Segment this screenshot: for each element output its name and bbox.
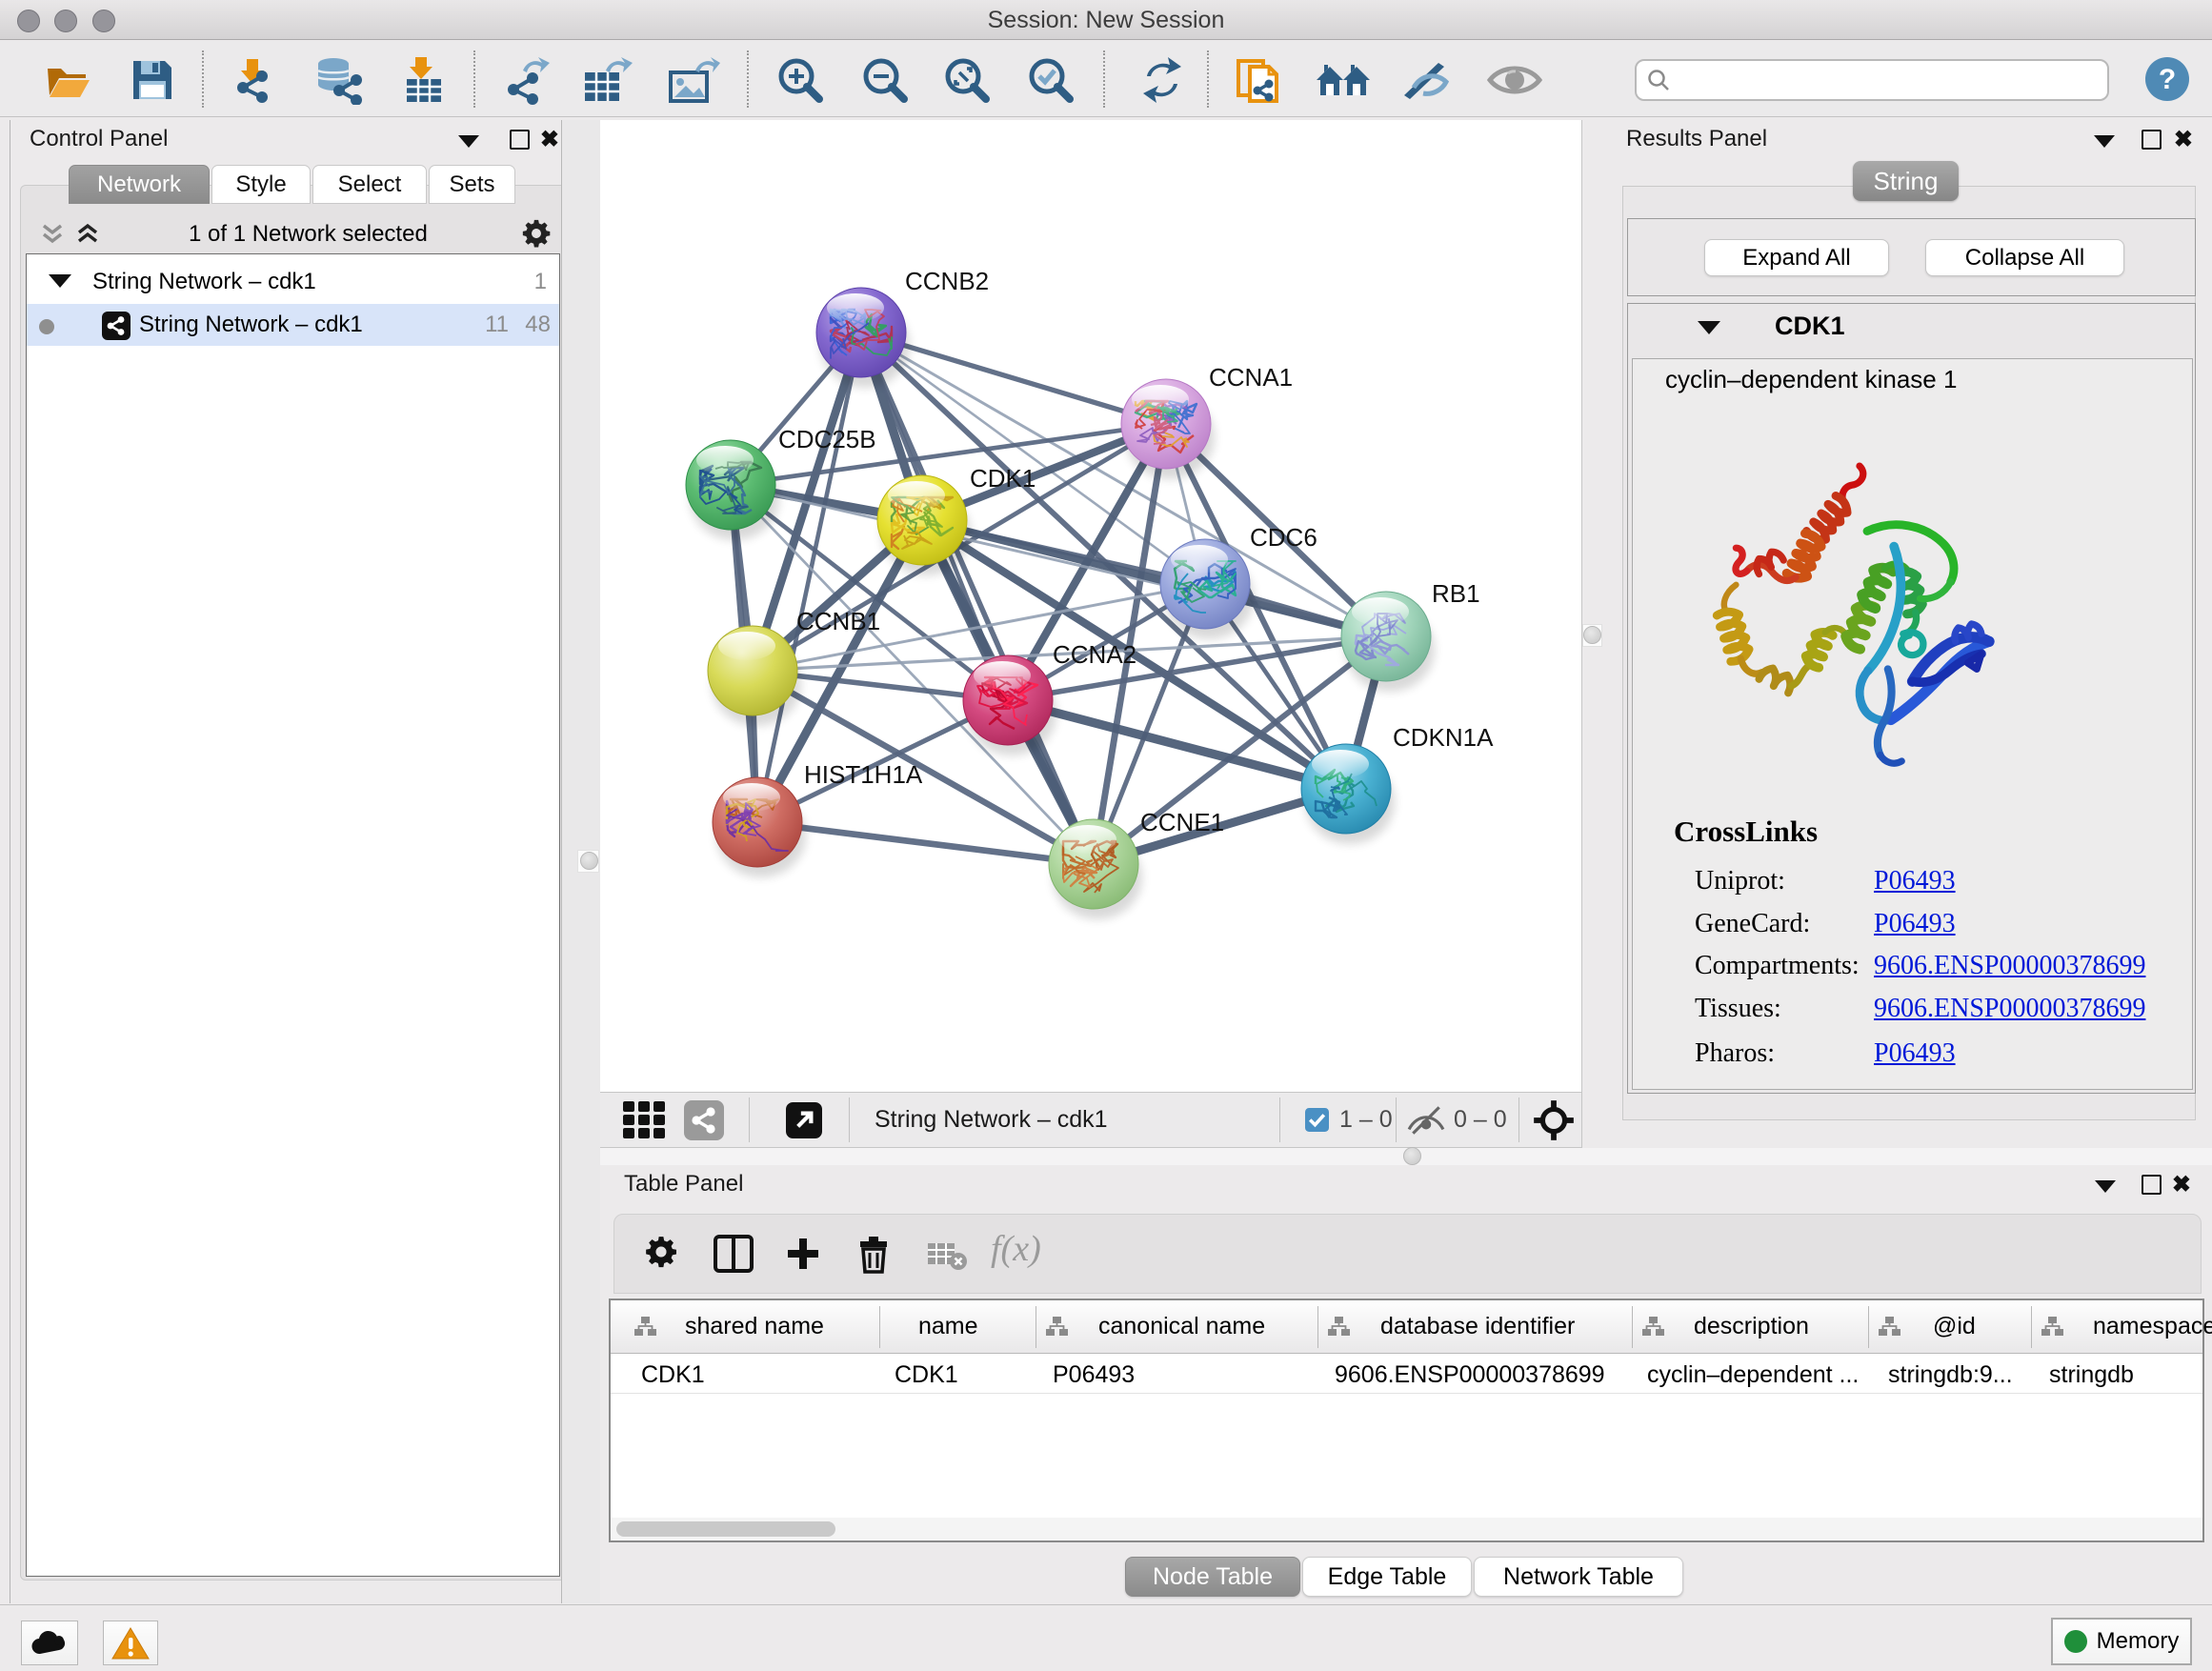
svg-text:HIST1H1A: HIST1H1A [804,760,923,789]
svg-text:CDC25B: CDC25B [778,425,876,453]
svg-text:CCNA1: CCNA1 [1209,363,1293,392]
svg-text:CCNA2: CCNA2 [1053,640,1136,669]
svg-text:CCNB1: CCNB1 [796,607,880,635]
svg-text:CCNE1: CCNE1 [1140,808,1224,836]
svg-text:CCNB2: CCNB2 [905,267,989,295]
svg-text:CDK1: CDK1 [970,464,1036,493]
svg-text:CDKN1A: CDKN1A [1393,723,1494,752]
svg-text:RB1: RB1 [1432,579,1480,608]
svg-text:?: ? [2159,64,2176,95]
svg-text:CDC6: CDC6 [1250,523,1317,552]
